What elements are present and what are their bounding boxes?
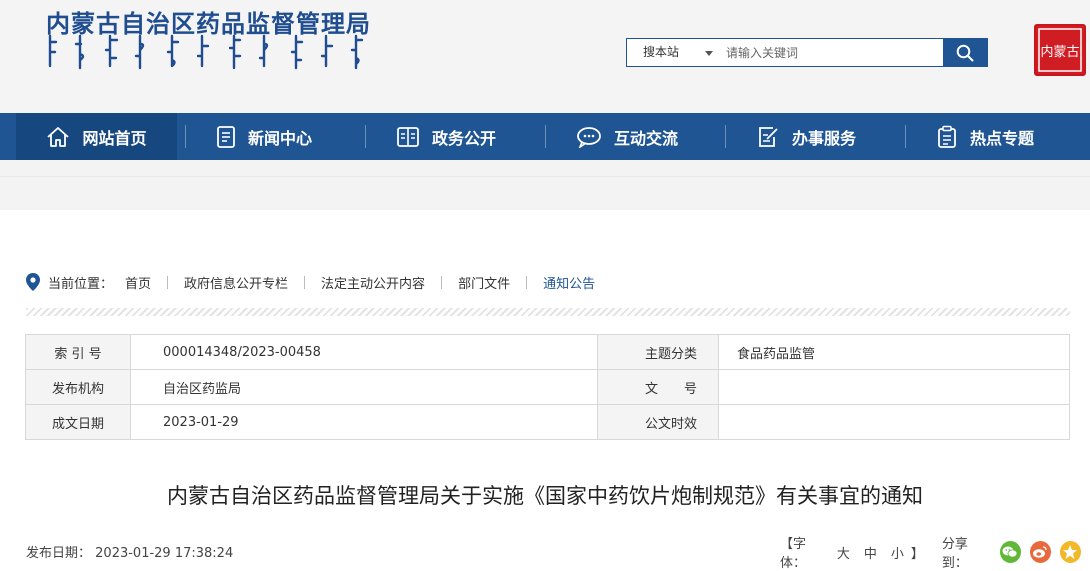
location-pin-icon xyxy=(26,273,40,291)
index-value: 000014348/2023-00458 xyxy=(130,334,598,370)
breadcrumb-separator xyxy=(167,275,169,289)
date-label: 成文日期 xyxy=(25,404,131,440)
font-size-large-button[interactable]: 大 xyxy=(837,543,850,562)
font-size-label: 【字体： xyxy=(780,537,807,571)
publish-date-value: 2023-01-29 17:38:24 xyxy=(95,546,234,561)
publisher-label: 发布机构 xyxy=(25,369,131,405)
hatched-divider xyxy=(26,308,1070,316)
font-size-medium-button[interactable]: 中 xyxy=(864,543,877,562)
validity-value xyxy=(718,404,1070,440)
nav-item-home[interactable]: 网站首页 xyxy=(16,113,177,160)
nav-item-services[interactable]: 办事服务 xyxy=(756,113,856,160)
share-label: 分享到： xyxy=(941,537,968,571)
mongolian-script-logo xyxy=(48,34,364,70)
nav-item-label: 政务公开 xyxy=(432,128,497,148)
topic-value: 食品药品监管 xyxy=(718,334,1070,370)
breadcrumb-separator xyxy=(304,275,306,289)
nav-item-interaction[interactable]: 互动交流 xyxy=(576,113,678,160)
wechat-share-button[interactable] xyxy=(999,541,1021,563)
breadcrumb-link-notices[interactable]: 通知公告 xyxy=(543,273,595,292)
document-icon xyxy=(397,126,419,147)
nav-divider xyxy=(185,125,186,148)
nav-divider xyxy=(545,125,546,148)
home-icon xyxy=(47,126,70,147)
search-scope-label: 搜本站 xyxy=(643,45,680,59)
validity-label: 公文时效 xyxy=(597,404,719,440)
breadcrumb-label: 当前位置： xyxy=(48,276,114,292)
nav-item-topics[interactable]: 热点专题 xyxy=(936,113,1034,160)
search-button[interactable] xyxy=(943,39,987,66)
publish-date-label: 发布日期： xyxy=(26,546,92,561)
search-scope-select[interactable]: 搜本站 xyxy=(627,39,723,66)
search-input[interactable] xyxy=(723,39,943,66)
breadcrumb-link-statutory[interactable]: 法定主动公开内容 xyxy=(321,273,425,292)
topic-label: 主题分类 xyxy=(597,334,719,370)
docno-value xyxy=(718,369,1070,405)
nav-item-news[interactable]: 新闻中心 xyxy=(216,113,312,160)
main-nav: 网站首页 新闻中心 政务公开 互动交流 办事服务 热点专题 xyxy=(0,113,1090,160)
edit-icon xyxy=(759,126,778,147)
breadcrumb-link-dept-docs[interactable]: 部门文件 xyxy=(458,273,510,292)
nav-item-gov-affairs[interactable]: 政务公开 xyxy=(396,113,496,160)
table-row: 发布机构 自治区药监局 文 号 xyxy=(25,369,1070,405)
table-row: 成文日期 2023-01-29 公文时效 xyxy=(25,404,1070,440)
date-value: 2023-01-29 xyxy=(130,404,598,440)
breadcrumb-separator xyxy=(441,275,443,289)
site-header: 内蒙古自治区药品监督管理局 搜本站 请输入关键词 内蒙古 xyxy=(0,0,1090,113)
caret-down-icon xyxy=(705,51,713,56)
chat-icon xyxy=(577,126,601,148)
sub-banner xyxy=(0,160,1090,210)
table-row: 索 引 号 000014348/2023-00458 主题分类 食品药品监管 xyxy=(25,334,1070,370)
nav-divider xyxy=(725,125,726,148)
breadcrumb: 当前位置： 首页 政府信息公开专栏 法定主动公开内容 部门文件 通知公告 xyxy=(26,272,595,292)
news-icon xyxy=(217,125,235,148)
breadcrumb-link-gov-info[interactable]: 政府信息公开专栏 xyxy=(184,273,288,292)
font-size-small-button[interactable]: 小 xyxy=(891,543,904,562)
publish-date: 发布日期： 2023-01-29 17:38:24 xyxy=(26,542,233,561)
nav-item-label: 办事服务 xyxy=(792,128,857,148)
seal-logo: 内蒙古 xyxy=(1034,24,1086,76)
search-icon xyxy=(956,44,974,61)
weibo-icon xyxy=(1033,546,1048,558)
svg-text:内蒙古: 内蒙古 xyxy=(1040,44,1079,60)
index-label: 索 引 号 xyxy=(25,334,131,370)
qzone-icon xyxy=(1063,545,1078,559)
nav-divider xyxy=(365,125,366,148)
document-info-table: 索 引 号 000014348/2023-00458 主题分类 食品药品监管 发… xyxy=(25,334,1070,440)
font-size-bracket: 】 xyxy=(910,546,924,562)
article-tools: 【字体： 大 中 小 】 分享到： xyxy=(780,537,1090,571)
publisher-value: 自治区药监局 xyxy=(130,369,598,405)
nav-divider xyxy=(905,125,906,148)
nav-item-label: 热点专题 xyxy=(970,128,1035,148)
nav-item-label: 互动交流 xyxy=(614,128,679,148)
divider xyxy=(0,176,1090,177)
nav-item-label: 网站首页 xyxy=(82,128,147,148)
breadcrumb-link-home[interactable]: 首页 xyxy=(125,273,151,292)
weibo-share-button[interactable] xyxy=(1029,541,1051,563)
article-title: 内蒙古自治区药品监督管理局关于实施《国家中药饮片炮制规范》有关事宜的通知 xyxy=(167,484,923,508)
search-box: 搜本站 xyxy=(626,38,988,67)
breadcrumb-separator xyxy=(526,275,528,289)
qzone-share-button[interactable] xyxy=(1059,541,1081,563)
nav-item-label: 新闻中心 xyxy=(248,128,313,148)
docno-label: 文 号 xyxy=(597,369,719,405)
topic-icon xyxy=(938,125,956,148)
wechat-icon xyxy=(1002,546,1018,558)
